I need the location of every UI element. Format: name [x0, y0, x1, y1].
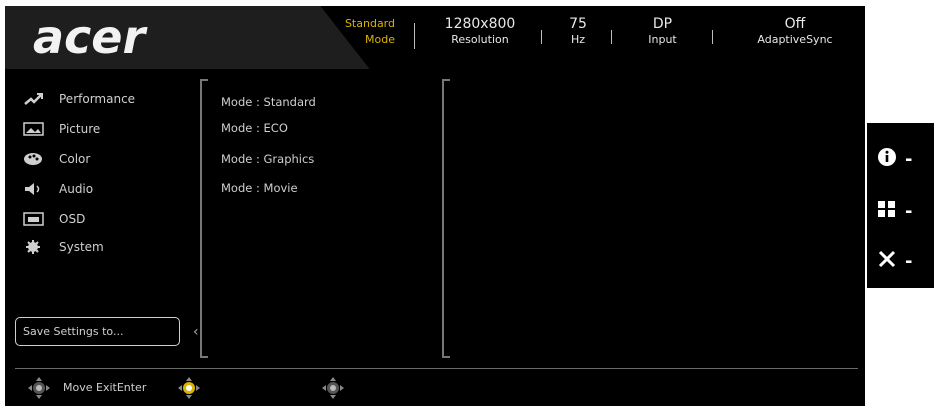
mode-option-eco[interactable]: Mode : ECO	[221, 121, 288, 135]
menu-item-system[interactable]: System	[23, 236, 193, 258]
menu-item-picture[interactable]: Picture	[23, 118, 193, 140]
status-adaptive-value: Off	[784, 16, 806, 32]
hotkey-dash: -	[905, 200, 913, 222]
menu-item-label: System	[59, 240, 104, 254]
joystick-move-icon	[27, 376, 51, 400]
status-refresh-rate: 75 Hz	[558, 16, 598, 48]
mode-option-movie[interactable]: Mode : Movie	[221, 181, 298, 195]
info-hotkey-button[interactable]: -	[877, 147, 925, 171]
grid-icon	[877, 199, 897, 223]
menu-item-label: OSD	[59, 212, 86, 226]
status-input-label: Input	[648, 33, 677, 46]
menu-item-label: Performance	[59, 92, 136, 106]
hotkey-dash: -	[905, 250, 913, 272]
status-hz-label: Hz	[570, 33, 586, 46]
osd-window: acer Standard Mode 1280x800 Resolution 7…	[5, 6, 865, 406]
status-hz-value: 75	[569, 16, 587, 32]
status-input-value: DP	[652, 16, 673, 32]
menu-item-label: Audio	[59, 182, 94, 196]
info-icon	[877, 147, 897, 171]
menu-item-audio[interactable]: Audio	[23, 178, 193, 200]
status-resolution: 1280x800 Resolution	[430, 16, 530, 48]
status-resolution-label: Resolution	[451, 33, 509, 46]
acer-logo: acer	[33, 10, 146, 64]
status-divider	[414, 23, 415, 49]
color-palette-icon	[23, 152, 45, 166]
status-adaptive-label: AdaptiveSync	[757, 33, 833, 46]
performance-icon	[23, 92, 45, 106]
submenu-panel-border	[200, 79, 208, 358]
status-divider	[712, 30, 713, 44]
joystick-enter-icon	[177, 376, 201, 400]
status-adaptive-sync: Off AdaptiveSync	[745, 16, 845, 48]
menu-item-color[interactable]: Color	[23, 148, 193, 170]
footer-divider	[15, 368, 858, 369]
joystick-exit-icon	[321, 376, 345, 400]
menu-item-label: Picture	[59, 122, 101, 136]
status-resolution-value: 1280x800	[444, 16, 516, 32]
save-settings-button[interactable]: Save Settings to...	[15, 317, 180, 346]
status-divider	[611, 30, 612, 44]
menu-item-osd[interactable]: OSD	[23, 208, 193, 230]
footer-hint: Move ExitEnter	[63, 381, 147, 394]
picture-icon	[23, 122, 45, 136]
menu-item-performance[interactable]: Performance	[23, 88, 193, 110]
osd-icon	[23, 212, 45, 226]
mode-option-standard[interactable]: Mode : Standard	[221, 95, 316, 109]
status-input: DP Input	[635, 16, 690, 48]
status-mode-value: Standard	[344, 17, 395, 30]
status-divider	[541, 30, 542, 44]
hotkey-panel: - - -	[867, 123, 934, 288]
status-mode: Standard Mode	[325, 16, 395, 48]
close-hotkey-button[interactable]: -	[877, 249, 925, 273]
menu-item-label: Color	[59, 152, 91, 166]
close-icon	[877, 249, 897, 273]
status-mode-label: Mode	[365, 33, 395, 46]
detail-panel-border	[442, 79, 450, 358]
hotkey-dash: -	[905, 148, 913, 170]
mode-option-graphics[interactable]: Mode : Graphics	[221, 152, 314, 166]
gear-icon	[23, 240, 45, 254]
speaker-icon	[23, 182, 45, 196]
chevron-left-icon: ‹	[193, 324, 199, 340]
grid-hotkey-button[interactable]: -	[877, 199, 925, 223]
